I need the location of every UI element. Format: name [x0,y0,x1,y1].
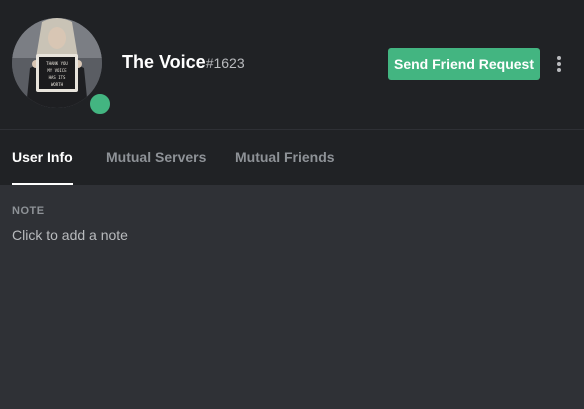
tab-user-info[interactable]: User Info [12,130,73,185]
note-input[interactable]: Click to add a note [12,227,128,243]
online-status-indicator [87,91,113,117]
user-info-panel: NOTE Click to add a note [0,185,584,409]
tab-mutual-servers[interactable]: Mutual Servers [106,130,206,185]
sign-line-3: HAS ITS [49,75,66,80]
sign-line-1: THANK YOU [46,61,68,66]
tab-mutual-friends[interactable]: Mutual Friends [235,130,335,185]
avatar-image: THANK YOU MY VOICE HAS ITS WORTH [12,18,102,108]
more-vertical-icon[interactable] [552,52,566,76]
user-name-tag: The Voice #1623 [122,52,245,78]
avatar[interactable]: THANK YOU MY VOICE HAS ITS WORTH [12,18,102,108]
sign-line-2: MY VOICE [47,68,67,73]
sign-line-4: WORTH [51,82,64,87]
send-friend-request-button[interactable]: Send Friend Request [388,48,540,80]
note-label: NOTE [12,205,45,217]
discriminator[interactable]: #1623 [206,55,245,71]
username[interactable]: The Voice [122,52,206,73]
profile-tab-bar: User Info Mutual Servers Mutual Friends [0,130,584,185]
profile-header: THANK YOU MY VOICE HAS ITS WORTH The Voi… [0,0,584,129]
user-profile-modal: THANK YOU MY VOICE HAS ITS WORTH The Voi… [0,0,584,409]
avatar-container: THANK YOU MY VOICE HAS ITS WORTH [12,18,113,117]
